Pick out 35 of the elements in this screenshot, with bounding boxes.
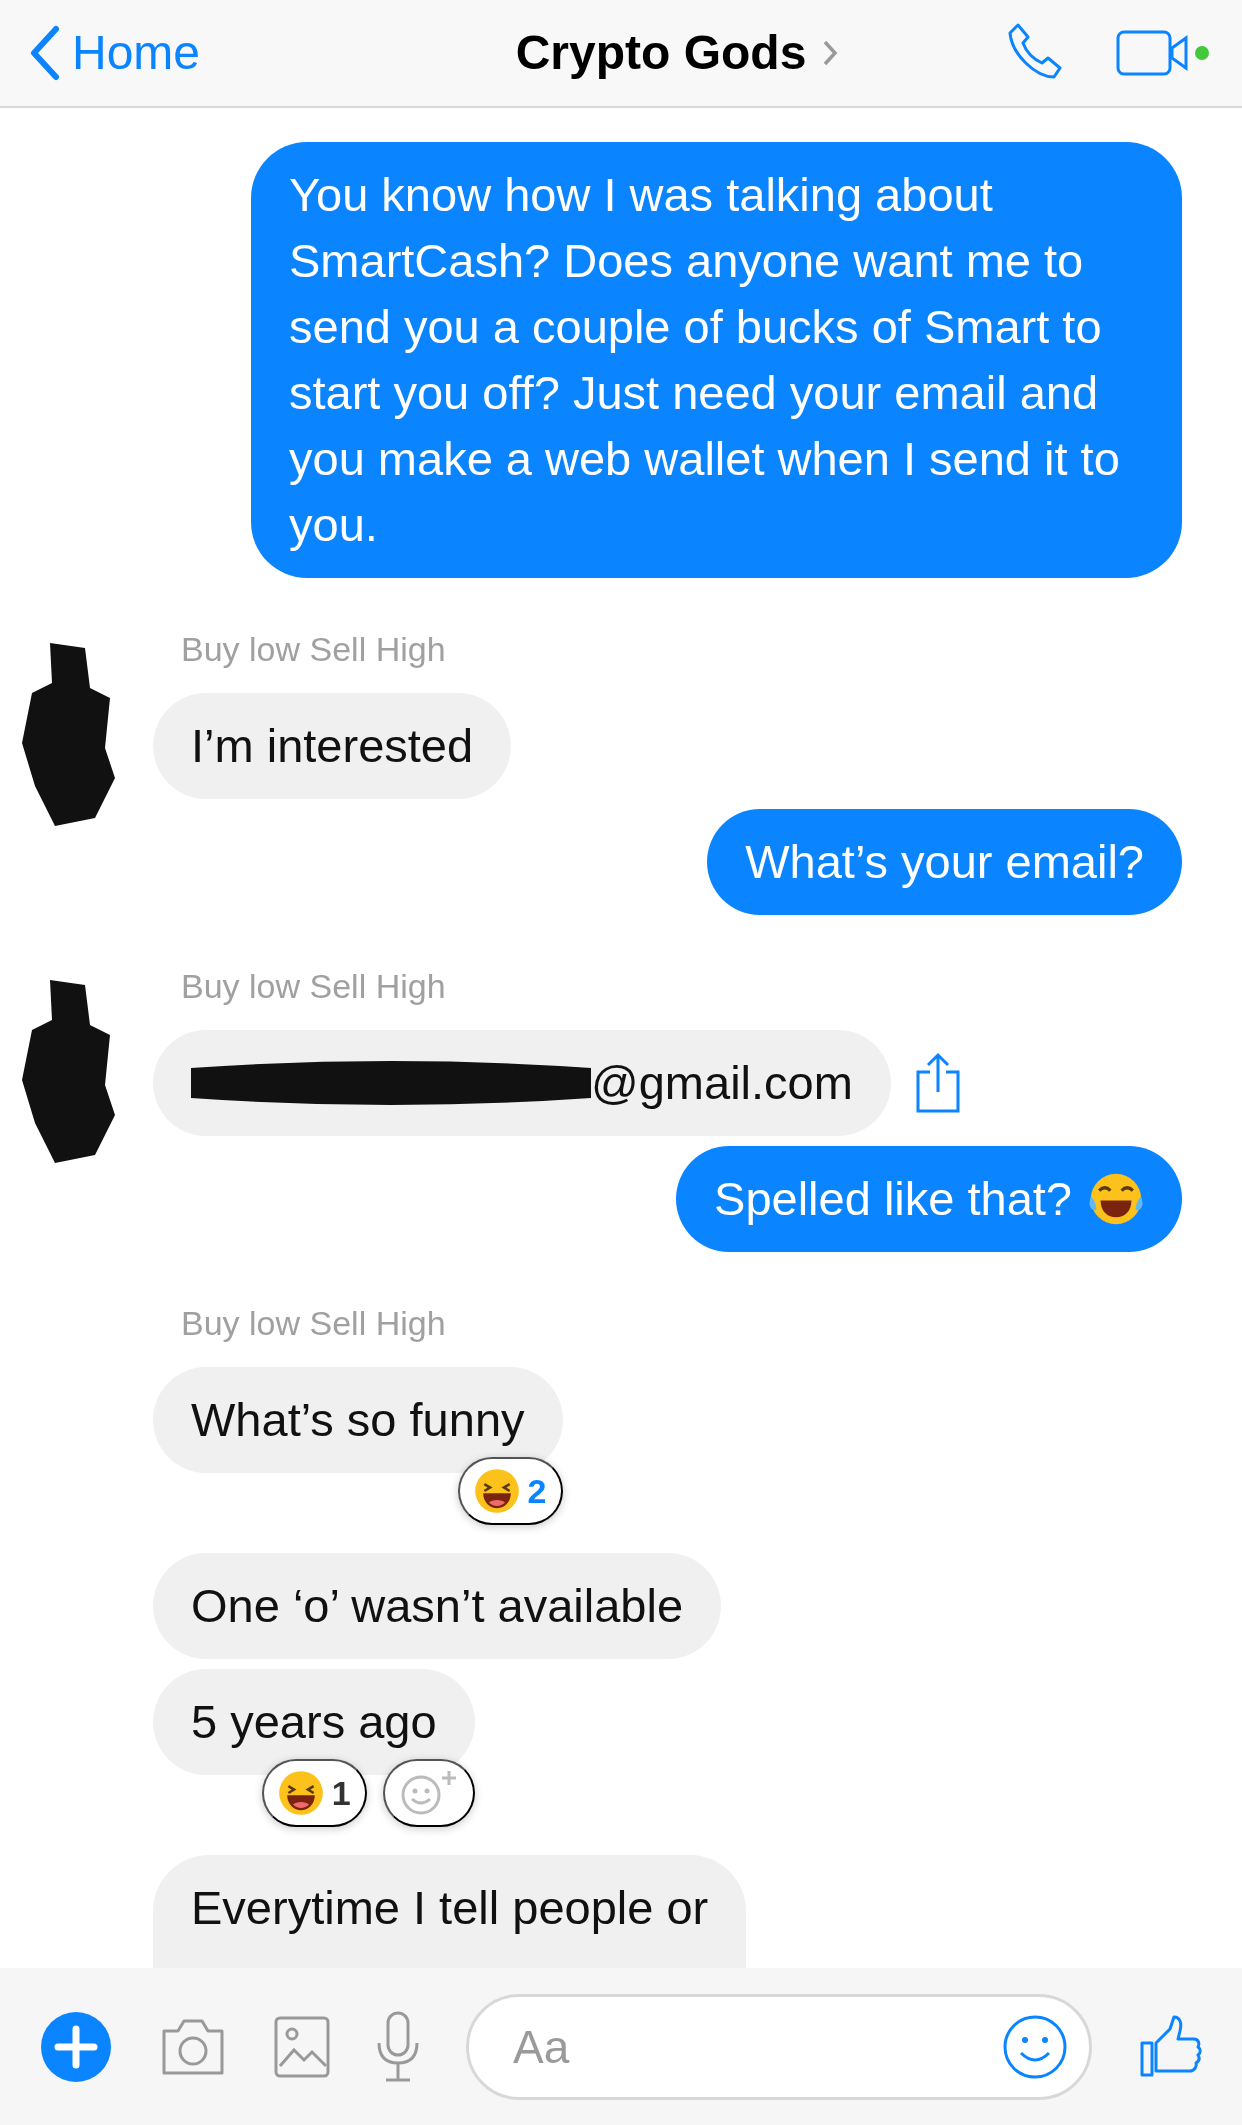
emoji-button[interactable]	[1002, 2013, 1068, 2080]
message-text: Spelled like that?	[714, 1171, 1072, 1227]
share-button[interactable]	[914, 1052, 961, 1114]
laughing-emoji-icon	[473, 1468, 520, 1514]
image-icon	[274, 2015, 330, 2078]
thumbs-up-icon	[1138, 2014, 1202, 2079]
conversation-title[interactable]: Crypto Gods	[515, 17, 807, 89]
incoming-message: One ‘o’ wasn’t available	[153, 1553, 722, 1659]
like-button[interactable]	[1138, 2014, 1202, 2079]
plus-icon	[40, 2010, 112, 2083]
sender-name: Buy low Sell High	[181, 966, 447, 1007]
video-camera-icon	[1116, 30, 1188, 76]
laughing-emoji-icon	[277, 1770, 324, 1816]
back-chevron-icon	[30, 25, 60, 81]
outgoing-message: What’s your email?	[707, 809, 1182, 915]
chevron-right-icon	[822, 39, 839, 67]
microphone-button[interactable]	[376, 2010, 420, 2083]
sender-name: Buy low Sell High	[181, 1303, 447, 1344]
microphone-icon	[376, 2010, 420, 2083]
reaction-pill[interactable]: 1	[261, 1759, 367, 1827]
reaction-pill[interactable]: 2	[457, 1457, 563, 1525]
gallery-button[interactable]	[274, 2015, 330, 2078]
outgoing-message: You know how I was talking about SmartCash? Does anyone want me to send you a couple of bucks of Smart to start you off? Just need your email and you make a web wallet when I send it to you.	[251, 142, 1182, 578]
incoming-message: 5 years ago	[153, 1669, 475, 1775]
incoming-message: I’m interested	[153, 693, 512, 799]
share-icon	[914, 1052, 961, 1114]
incoming-message: What’s so funny	[153, 1367, 563, 1473]
add-reaction-button[interactable]	[382, 1759, 475, 1827]
email-text: @gmail.com	[591, 1055, 853, 1111]
sender-name: Buy low Sell High	[181, 629, 447, 670]
message-input-field[interactable]: Aa	[466, 1993, 1092, 2100]
add-button[interactable]	[40, 2010, 112, 2083]
video-call-button[interactable]	[1116, 28, 1212, 78]
incoming-message: Everytime I tell people or	[153, 1855, 747, 1968]
smiley-icon	[1002, 2013, 1068, 2080]
